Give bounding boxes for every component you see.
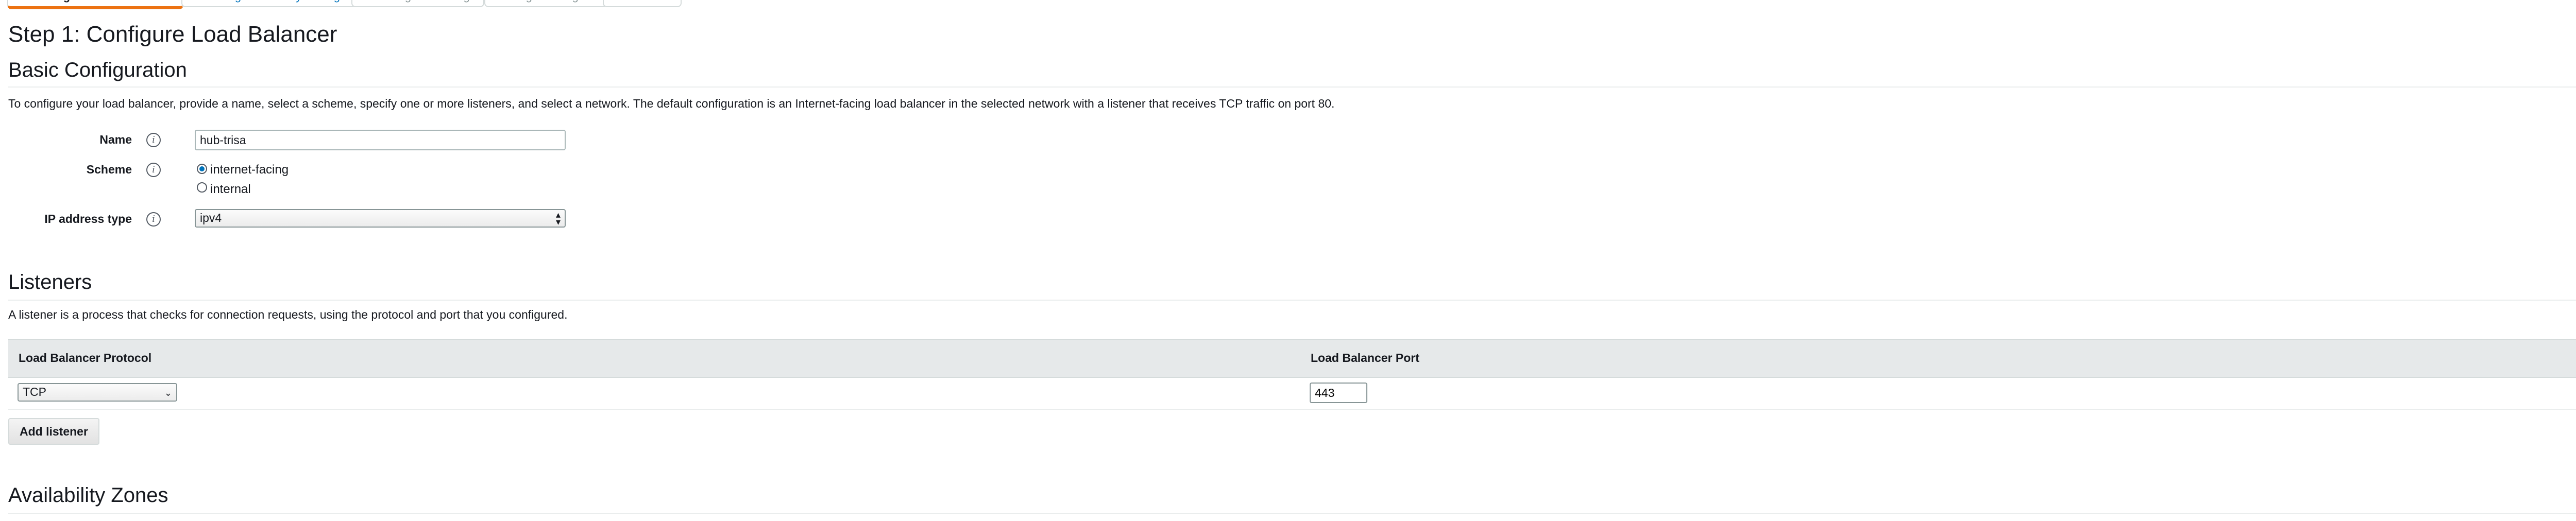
ip-address-type-value: ipv4 <box>200 211 222 224</box>
availability-zones-heading: Availability Zones <box>8 484 168 507</box>
section-divider <box>8 86 2576 88</box>
wizard-tab-register-targets: 4. Register Targets <box>484 0 608 7</box>
scheme-label: Scheme <box>86 163 132 176</box>
wizard-tab-configure-security-settings[interactable]: 2. Configure Security Settings <box>181 0 361 7</box>
protocol-select[interactable]: TCP ⌄ <box>18 383 177 402</box>
listeners-description: A listener is a process that checks for … <box>8 308 568 321</box>
protocol-value: TCP <box>23 385 46 398</box>
info-icon[interactable]: i <box>146 133 161 147</box>
port-input[interactable] <box>1310 383 1367 403</box>
row-divider <box>8 409 2576 410</box>
column-header-port: Load Balancer Port <box>1311 351 1419 364</box>
listeners-heading: Listeners <box>8 271 92 293</box>
scheme-internal-radio[interactable] <box>197 182 207 193</box>
wizard-tab-review: 5. Review <box>603 0 682 7</box>
chevron-down-icon: ⌄ <box>164 388 172 398</box>
name-input[interactable] <box>195 130 566 150</box>
info-icon[interactable]: i <box>146 212 161 227</box>
scheme-internet-facing-label[interactable]: internet-facing <box>210 163 289 177</box>
ip-address-type-label: IP address type <box>44 212 132 225</box>
listeners-table-header: Load Balancer Protocol Load Balancer Por… <box>8 339 2576 378</box>
chevron-down-icon: ▴ ▾ <box>555 210 561 227</box>
section-divider <box>8 300 2576 301</box>
info-icon[interactable]: i <box>146 163 161 177</box>
basic-configuration-heading: Basic Configuration <box>8 59 187 81</box>
page-title: Step 1: Configure Load Balancer <box>8 22 337 47</box>
wizard-tab-configure-routing: 3. Configure Routing <box>351 0 484 7</box>
name-label: Name <box>99 133 132 146</box>
ip-address-type-select[interactable]: ipv4 ▴ ▾ <box>195 209 566 228</box>
scheme-internal-label[interactable]: internal <box>210 182 251 197</box>
basic-configuration-description: To configure your load balancer, provide… <box>8 97 1335 110</box>
column-header-protocol: Load Balancer Protocol <box>19 351 152 364</box>
scheme-internet-facing-radio[interactable] <box>197 164 207 174</box>
section-divider <box>8 513 2576 514</box>
wizard-tab-configure-load-balancer[interactable]: 1. Configure Load Balancer <box>7 0 184 9</box>
add-listener-button[interactable]: Add listener <box>8 418 99 445</box>
